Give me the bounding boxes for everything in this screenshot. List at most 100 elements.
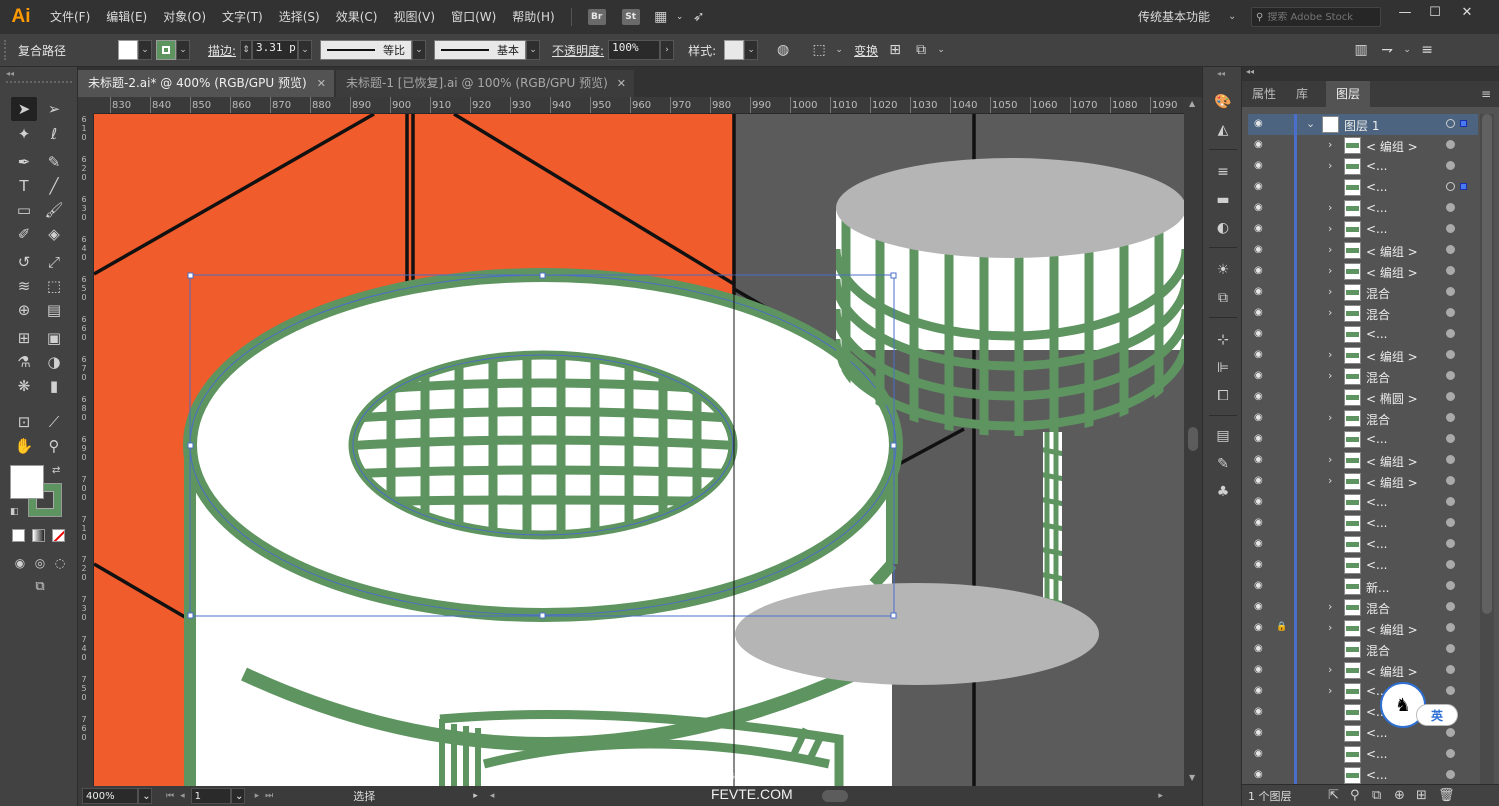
layer-name[interactable]: <...	[1366, 327, 1388, 341]
zoom-tool-icon[interactable]: ⚲	[41, 434, 67, 458]
horizontal-scroll-thumb[interactable]	[822, 790, 849, 802]
visibility-eye-icon[interactable]: ◉	[1254, 119, 1266, 129]
transform-panel-icon[interactable]: ⊹	[1211, 329, 1235, 351]
layer-name[interactable]: 新...	[1366, 579, 1389, 596]
layer-row[interactable]: ◉ › < 编组 >	[1248, 471, 1478, 492]
pathfinder-panel-icon[interactable]: ⧠	[1211, 385, 1235, 407]
layer-name[interactable]: <...	[1366, 537, 1388, 551]
layer-row[interactable]: ◉ › < 编组 >	[1248, 261, 1478, 282]
pen-tool-icon[interactable]: ✒	[11, 150, 37, 174]
visibility-eye-icon[interactable]: ◉	[1254, 455, 1266, 465]
visibility-eye-icon[interactable]: ◉	[1254, 707, 1266, 717]
visibility-eye-icon[interactable]: ◉	[1254, 266, 1266, 276]
layer-name[interactable]: <...	[1366, 201, 1388, 215]
column-graph-tool-icon[interactable]: ▮	[41, 374, 67, 398]
visibility-eye-icon[interactable]: ◉	[1254, 371, 1266, 381]
layer-row[interactable]: ◉ <...	[1248, 744, 1478, 765]
export-icon[interactable]: ⇱	[1328, 788, 1339, 803]
layer-row[interactable]: ◉ › <...	[1248, 156, 1478, 177]
color-swatch-icon[interactable]: ◭	[1211, 119, 1235, 141]
graphic-style-swatch[interactable]	[724, 40, 745, 60]
panel-collapse-bar[interactable]: ◂◂	[1242, 67, 1499, 81]
paintbrush-tool-icon[interactable]: 🖌	[41, 198, 67, 222]
maximize-icon[interactable]: ☐	[1420, 0, 1450, 24]
arrange-documents-icon[interactable]: ▦	[648, 0, 674, 34]
layer-row[interactable]: ◉ <...	[1248, 555, 1478, 576]
gradient-tool-icon[interactable]: ▣	[41, 326, 67, 350]
layer-row[interactable]: ◉ › 混合	[1248, 303, 1478, 324]
close-icon[interactable]: ✕	[1452, 0, 1482, 24]
layer-name[interactable]: <...	[1366, 180, 1388, 194]
ime-language[interactable]: 英	[1416, 704, 1458, 726]
target-circle-icon[interactable]	[1446, 497, 1455, 506]
fill-swatch[interactable]	[118, 40, 138, 60]
layer-row[interactable]: ◉ › 混合	[1248, 366, 1478, 387]
visibility-eye-icon[interactable]: ◉	[1254, 602, 1266, 612]
layer-name[interactable]: <...	[1366, 516, 1388, 530]
trash-icon[interactable]: 🗑	[1438, 788, 1455, 803]
layers-scroll-thumb[interactable]	[1482, 114, 1492, 614]
select-similar-icon[interactable]: ⧉	[908, 37, 934, 63]
locate-object-icon[interactable]: ⚲	[1350, 788, 1360, 803]
stock-button[interactable]: St	[621, 9, 640, 25]
layer-name[interactable]: <...	[1366, 222, 1388, 236]
expand-chevron-right-icon[interactable]: ›	[1328, 201, 1332, 214]
expand-chevron-right-icon[interactable]: ›	[1328, 348, 1332, 361]
visibility-eye-icon[interactable]: ◉	[1254, 287, 1266, 297]
prev-artboard-icon[interactable]: ◂	[180, 791, 185, 801]
layer-row[interactable]: ◉ 混合	[1248, 639, 1478, 660]
target-circle-icon[interactable]	[1446, 161, 1455, 170]
target-circle-icon[interactable]	[1446, 392, 1455, 401]
layer-row[interactable]: ◉ › < 编组 >	[1248, 240, 1478, 261]
stock-search[interactable]: ⚲	[1251, 7, 1381, 27]
target-circle-icon[interactable]	[1446, 539, 1455, 548]
workspace-caret-icon[interactable]: ⌄	[1228, 0, 1236, 34]
lock-icon[interactable]: 🔒	[1276, 622, 1287, 632]
new-sublayer-icon[interactable]: ⊕	[1394, 788, 1405, 803]
opacity-input[interactable]: 100%	[608, 40, 661, 60]
menu-file[interactable]: 文件(F)	[42, 0, 98, 34]
layer-name[interactable]: <...	[1366, 747, 1388, 761]
target-circle-icon[interactable]	[1446, 203, 1455, 212]
menu-object[interactable]: 对象(O)	[155, 0, 214, 34]
layer-name[interactable]: 图层 1	[1344, 117, 1379, 134]
expand-chevron-right-icon[interactable]: ›	[1328, 285, 1332, 298]
swap-colors-icon[interactable]: ⇄	[52, 465, 60, 476]
layer-row[interactable]: ◉ › <...	[1248, 219, 1478, 240]
new-layer-icon[interactable]: ⊞	[1416, 788, 1427, 803]
make-clipping-mask-icon[interactable]: ⧉	[1372, 788, 1381, 803]
layer-name[interactable]: <...	[1366, 432, 1388, 446]
visibility-eye-icon[interactable]: ◉	[1254, 140, 1266, 150]
visibility-eye-icon[interactable]: ◉	[1254, 581, 1266, 591]
stroke-weight-input[interactable]: 3.31 p	[252, 40, 299, 60]
layer-row[interactable]: ◉ <...	[1248, 429, 1478, 450]
align-options-icon[interactable]: ⬚	[806, 37, 832, 63]
line-tool-icon[interactable]: ╱	[41, 174, 67, 198]
opacity-label[interactable]: 不透明度:	[548, 42, 608, 59]
shape-builder-tool-icon[interactable]: ⊕	[11, 298, 37, 322]
panel-options-icon[interactable]: ⇁	[1374, 37, 1400, 63]
scroll-up-icon[interactable]: ▲	[1189, 99, 1195, 108]
gray-base-ellipse[interactable]	[735, 583, 1099, 685]
panel-options-caret[interactable]: ⌄	[1400, 40, 1414, 60]
panel-menu-icon[interactable]: ≡	[1481, 81, 1491, 107]
expand-chevron-right-icon[interactable]: ›	[1328, 306, 1332, 319]
variable-width-profile[interactable]: 等比	[320, 40, 413, 60]
artboard-field[interactable]: 1	[190, 788, 231, 804]
profile-caret[interactable]: ⌄	[412, 40, 427, 60]
visibility-eye-icon[interactable]: ◉	[1254, 308, 1266, 318]
warp-tool-icon[interactable]: ≋	[11, 274, 37, 298]
eraser-tool-icon[interactable]: ◈	[41, 222, 67, 246]
vertical-scrollbar[interactable]: ▲ ▼	[1184, 97, 1202, 786]
visibility-eye-icon[interactable]: ◉	[1254, 665, 1266, 675]
layer-name[interactable]: <...	[1366, 726, 1388, 740]
visibility-eye-icon[interactable]: ◉	[1254, 686, 1266, 696]
mesh-tool-icon[interactable]: ⊞	[11, 326, 37, 350]
menu-view[interactable]: 视图(V)	[385, 0, 443, 34]
artwork[interactable]	[94, 114, 1184, 786]
target-circle-icon[interactable]	[1446, 266, 1455, 275]
visibility-eye-icon[interactable]: ◉	[1254, 413, 1266, 423]
transparency-panel-icon[interactable]: ◐	[1211, 217, 1235, 239]
vertical-scroll-thumb[interactable]	[1188, 427, 1198, 451]
layer-name[interactable]: < 编组 >	[1366, 474, 1418, 491]
